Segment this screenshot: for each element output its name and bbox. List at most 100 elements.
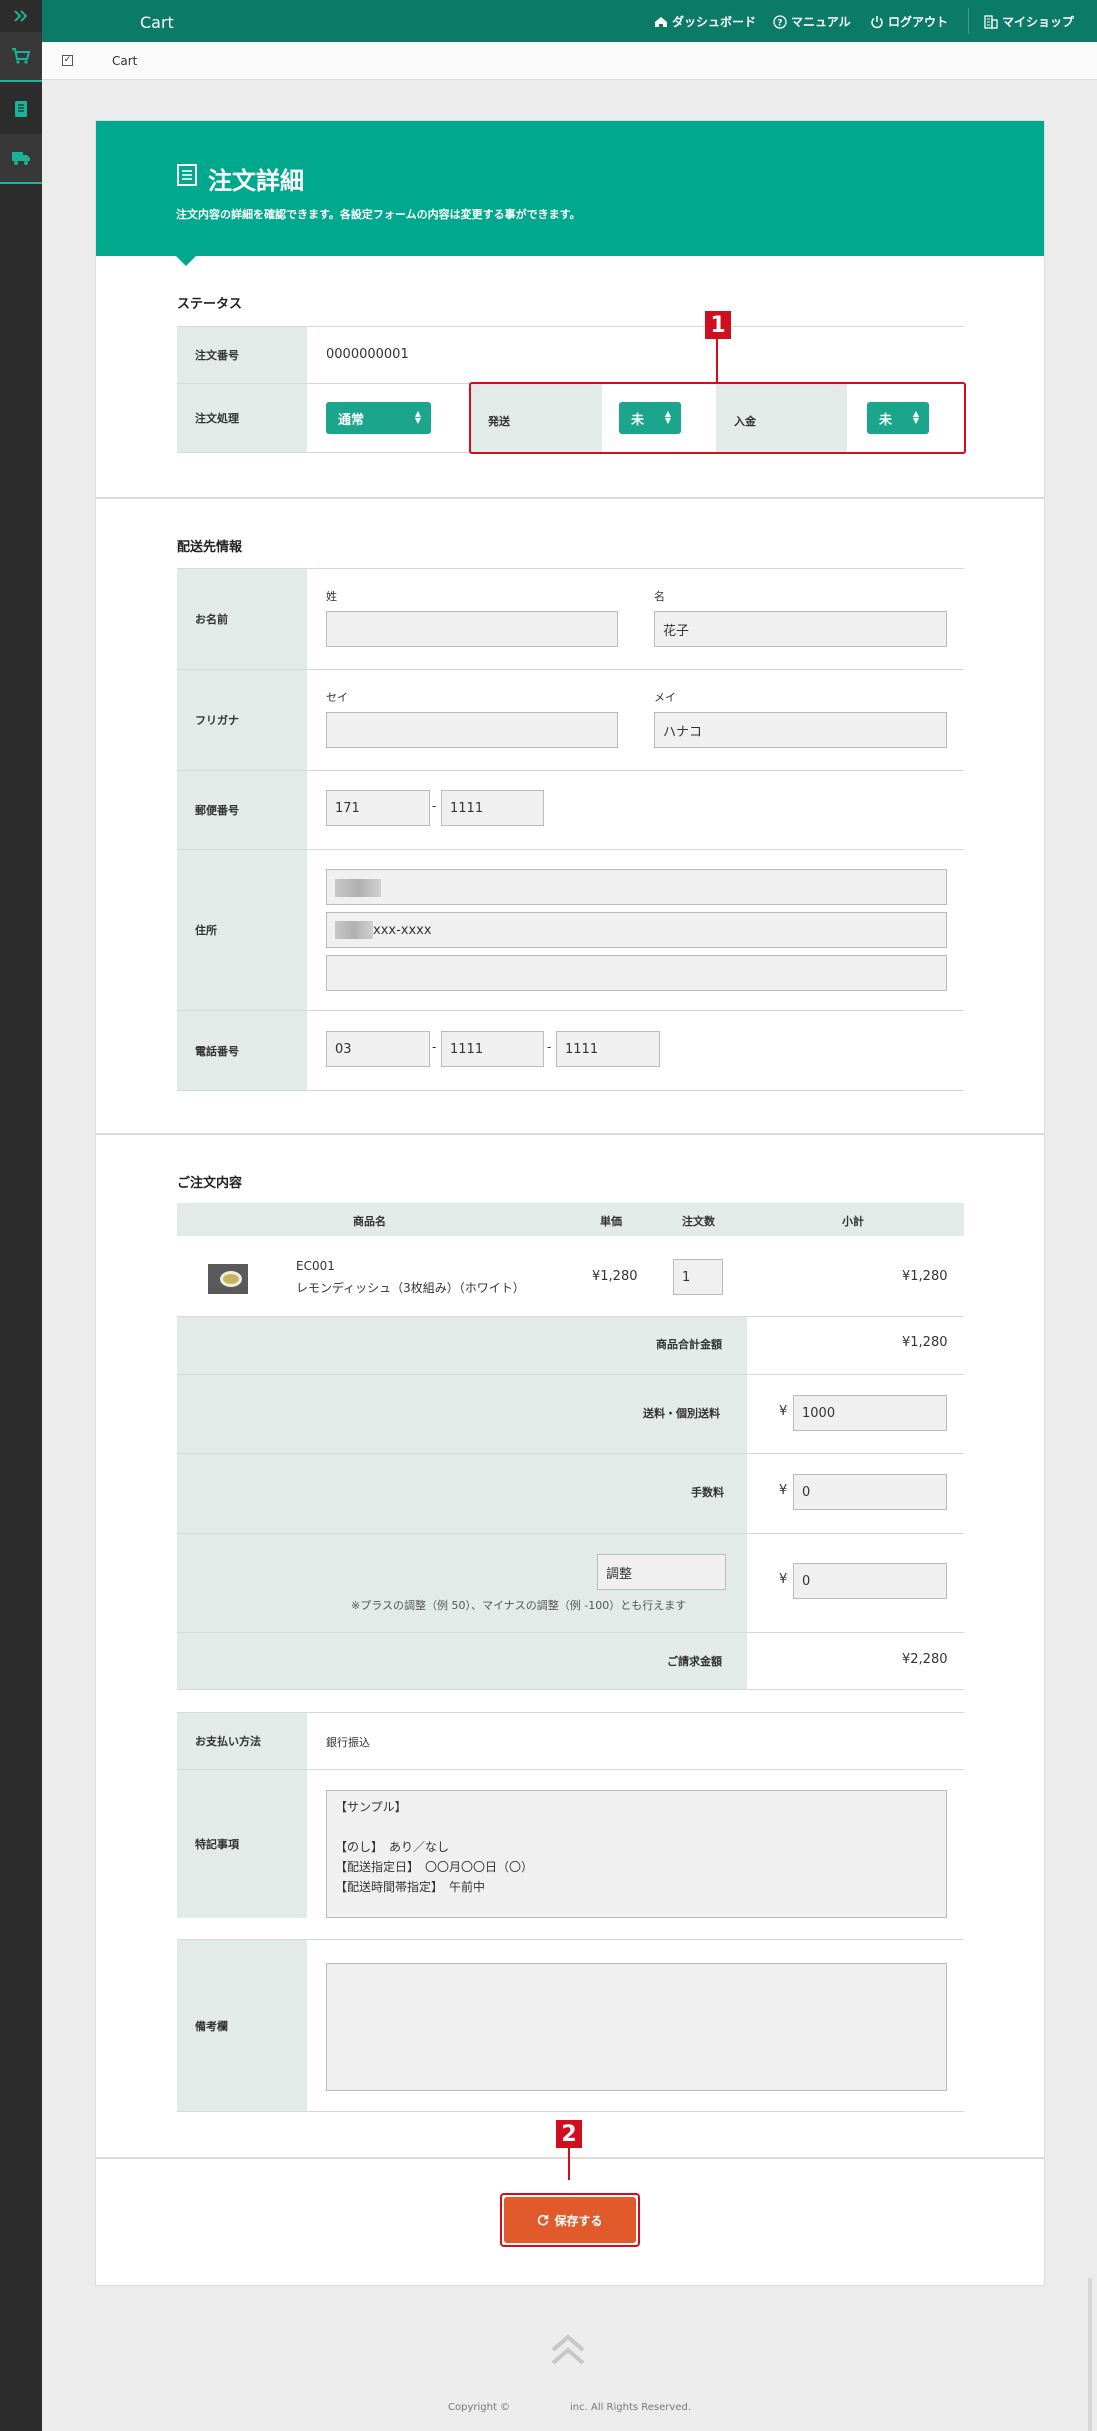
redacted-text	[335, 879, 381, 897]
back-to-top-icon[interactable]	[550, 2334, 586, 2366]
power-icon	[871, 15, 883, 28]
page-description: 注文内容の詳細を確認できます。各設定フォームの内容は変更する事ができます。	[176, 208, 581, 221]
address-input-2[interactable]: xxx-xxxx	[326, 912, 947, 948]
sei-input[interactable]	[326, 712, 618, 748]
delivery-heading: 配送先情報	[177, 540, 243, 555]
first-name-input[interactable]: 花子	[654, 611, 947, 647]
divider	[177, 1453, 964, 1454]
adjust-note: ※プラスの調整（例 50）、マイナスの調整（例 -100）とも行えます	[351, 1599, 687, 1612]
remarks-label: 備考欄	[177, 1940, 307, 2111]
redacted-text	[335, 921, 373, 939]
qty-input[interactable]: 1	[673, 1259, 723, 1295]
divider	[177, 1632, 964, 1633]
logout-link[interactable]: ログアウト	[870, 13, 948, 30]
grand-total-value: ¥2,280	[902, 1652, 948, 1667]
save-button[interactable]: 保存する	[504, 2197, 636, 2243]
document-icon	[177, 164, 197, 186]
product-subtotal: ¥1,280	[902, 1269, 948, 1284]
scrollbar[interactable]	[1088, 2278, 1092, 2431]
zip-dash: -	[432, 799, 437, 813]
rights-text: inc. All Rights Reserved.	[570, 2402, 691, 2413]
name-label-text: お名前	[195, 613, 228, 626]
mei-input[interactable]: ハナコ	[654, 712, 947, 748]
header-pointer	[176, 256, 196, 266]
tel-input-2[interactable]: 1111	[441, 1031, 544, 1067]
product-thumbnail	[208, 1264, 248, 1294]
total-label: 商品合計金額	[656, 1338, 722, 1351]
address-input-1[interactable]	[326, 869, 947, 905]
divider	[177, 1533, 964, 1534]
callout-badge-2: 2	[556, 2120, 582, 2148]
phone-label: 電話番号	[177, 1011, 307, 1090]
app-title: Cart	[140, 13, 174, 32]
total-value: ¥1,280	[902, 1335, 948, 1350]
product-name: レモンディッシュ（3枚組み）（ホワイト）	[296, 1281, 525, 1295]
zip-label: 郵便番号	[177, 771, 307, 849]
select-checkbox[interactable]: ✓	[62, 55, 73, 66]
dish-image	[220, 1271, 242, 1287]
callout-frame-1	[469, 382, 966, 454]
callout-line-1	[716, 338, 718, 382]
yen-sign: ¥	[779, 1404, 788, 1419]
notes-line: 【配送指定日】 〇〇月〇〇日（〇）	[335, 1860, 534, 1874]
processing-select[interactable]: 通常 ▲ ▼	[326, 402, 431, 434]
payment-method-label: お支払い方法	[177, 1713, 307, 1769]
zip-input-1[interactable]: 171	[326, 790, 430, 826]
address-input-3[interactable]	[326, 955, 947, 991]
last-name-input[interactable]	[326, 611, 618, 647]
col-qty: 注文数	[682, 1215, 715, 1228]
section-separator	[96, 2157, 1044, 2159]
expand-sidebar-icon[interactable]	[0, 0, 42, 32]
notes-textarea[interactable]: 【サンプル】 【のし】 あり／なし 【配送指定日】 〇〇月〇〇日（〇） 【配送時…	[326, 1790, 947, 1918]
dashboard-label: ダッシュボード	[672, 15, 757, 29]
adjust-label-input[interactable]: 調整	[597, 1554, 726, 1590]
divider	[177, 1090, 964, 1091]
tel-input-1[interactable]: 03	[326, 1031, 430, 1067]
divider	[177, 2111, 964, 2112]
mei-label: メイ	[654, 691, 676, 704]
divider	[177, 1689, 964, 1690]
remarks-label-text: 備考欄	[195, 2019, 228, 2033]
order-table-header: 商品名 単価 注文数 小計	[177, 1203, 964, 1236]
shipping-fee-input[interactable]: 1000	[793, 1395, 947, 1431]
fee-input[interactable]: 0	[793, 1474, 947, 1510]
myshop-link[interactable]: マイショップ	[984, 13, 1074, 30]
sidebar	[0, 0, 42, 2431]
notes-line: 【のし】 あり／なし	[335, 1840, 450, 1854]
tel-dash-1: -	[432, 1040, 437, 1054]
summary-label-panel	[177, 1317, 747, 1689]
building-icon	[984, 14, 998, 29]
dashboard-link[interactable]: ダッシュボード	[654, 13, 756, 30]
col-subtotal: 小計	[842, 1215, 864, 1228]
notes-label-text: 特記事項	[195, 1838, 239, 1851]
grand-total-label: ご請求金額	[667, 1655, 722, 1668]
adjust-input[interactable]: 0	[793, 1563, 947, 1599]
processing-label: 注文処理	[177, 384, 307, 452]
breadcrumb: Cart	[112, 54, 138, 68]
order-detail-card: 注文詳細 注文内容の詳細を確認できます。各設定フォームの内容は変更する事ができま…	[95, 120, 1045, 2286]
section-separator	[96, 1133, 1044, 1135]
svg-text:?: ?	[777, 18, 782, 28]
shipping-fee-label: 送料・個別送料	[643, 1407, 720, 1420]
product-price: ¥1,280	[592, 1269, 638, 1284]
order-number-label: 注文番号	[177, 327, 307, 383]
tel-input-3[interactable]: 1111	[556, 1031, 660, 1067]
notes-line: 【配送時間帯指定】 午前中	[335, 1880, 486, 1894]
order-number: 0000000001	[326, 347, 409, 362]
truck-icon[interactable]	[0, 134, 42, 184]
zip-input-2[interactable]: 1111	[441, 790, 544, 826]
sei-label: セイ	[326, 691, 348, 704]
select-arrows-icon: ▲ ▼	[414, 409, 421, 425]
processing-label-text: 注文処理	[195, 412, 239, 425]
cart-icon[interactable]	[0, 32, 42, 82]
breadcrumb-bar: ✓ Cart	[42, 42, 1097, 80]
manual-label: マニュアル	[791, 15, 851, 29]
book-icon[interactable]	[0, 84, 42, 134]
phone-label-text: 電話番号	[195, 1044, 239, 1058]
processing-value: 通常	[338, 412, 365, 428]
notes-line: 【サンプル】	[335, 1800, 407, 1814]
address-label-text: 住所	[195, 924, 217, 937]
remarks-textarea[interactable]	[326, 1963, 947, 2091]
manual-link[interactable]: ? マニュアル	[773, 13, 851, 30]
kana-label-text: フリガナ	[195, 714, 239, 727]
